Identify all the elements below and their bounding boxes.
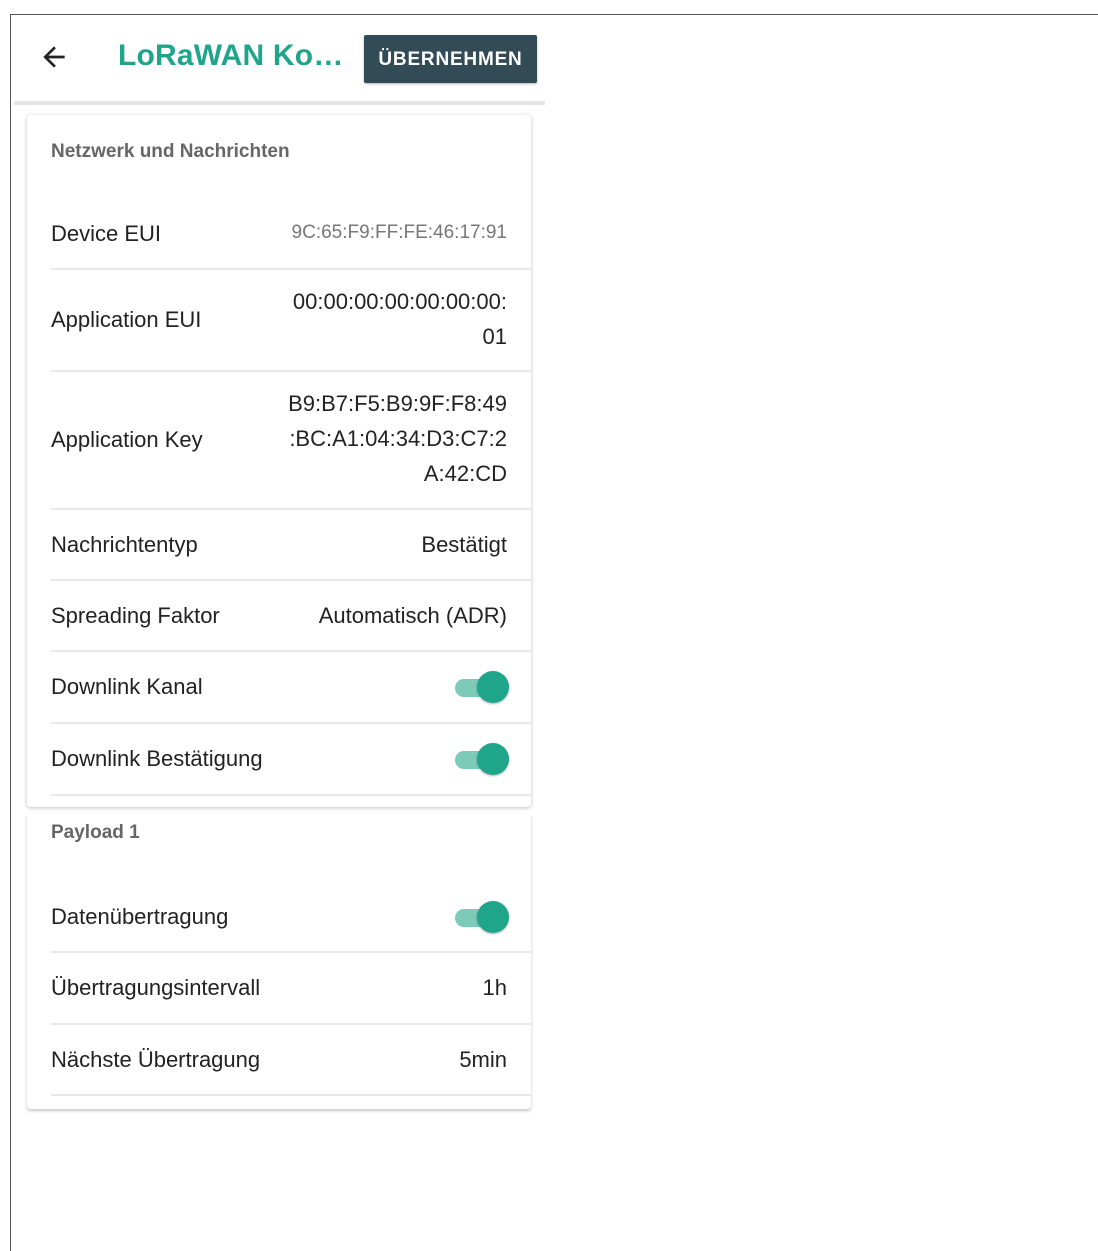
downlink-ack-row: Downlink Bestätigung (51, 724, 531, 796)
spreading-factor-row[interactable]: Spreading Faktor Automatisch (ADR) (51, 581, 531, 652)
device-eui-value: 9C:65:F9:FF:FE:46:17:91 (291, 222, 507, 243)
interval-label: Übertragungsintervall (51, 975, 261, 1000)
apply-button[interactable]: ÜBERNEHMEN (364, 35, 537, 83)
application-eui-value: 00:00:00:00:00:00:00: 01 (292, 289, 507, 349)
message-type-label: Nachrichtentyp (51, 532, 198, 557)
spreading-factor-label: Spreading Faktor (51, 603, 220, 628)
section-title-network: Netzwerk und Nachrichten (51, 141, 290, 162)
application-key-row[interactable]: Application Key B9:B7:F5:B9:9F:F8:49 :BC… (51, 372, 531, 510)
message-type-row[interactable]: Nachrichtentyp Bestätigt (51, 510, 531, 581)
page-title: LoRaWAN Ko… (118, 39, 344, 72)
application-eui-label: Application EUI (51, 307, 202, 332)
arrow-left-icon[interactable] (38, 41, 70, 73)
payload-card: Payload 1 Datenübertragung Übertragungsi… (27, 814, 531, 1109)
app-screen: LoRaWAN Ko… ÜBERNEHMEN Netzwerk und Nach… (14, 15, 545, 1109)
toggle-knob (477, 901, 509, 933)
next-transfer-row[interactable]: Nächste Übertragung 5min (51, 1025, 531, 1096)
next-transfer-value: 5min (459, 1047, 507, 1072)
application-key-value: B9:B7:F5:B9:9F:F8:49 :BC:A1:04:34:D3:C7:… (288, 391, 507, 486)
toggle-knob (477, 671, 509, 703)
spreading-factor-value: Automatisch (ADR) (318, 603, 507, 628)
section-title-payload: Payload 1 (51, 822, 140, 843)
downlink-ack-toggle[interactable] (453, 741, 509, 777)
device-eui-label: Device EUI (51, 221, 162, 246)
downlink-ack-label: Downlink Bestätigung (51, 746, 263, 771)
toggle-knob (477, 743, 509, 775)
app-bar: LoRaWAN Ko… ÜBERNEHMEN (14, 15, 545, 101)
application-eui-row[interactable]: Application EUI 00:00:00:00:00:00:00: 01 (51, 270, 531, 372)
network-card: Netzwerk und Nachrichten Device EUI 9C:6… (27, 115, 531, 807)
application-key-label: Application Key (51, 427, 203, 452)
data-transfer-row: Datenübertragung (51, 882, 531, 953)
data-transfer-label: Datenübertragung (51, 904, 229, 929)
data-transfer-toggle[interactable] (453, 899, 509, 935)
device-eui-row[interactable]: Device EUI 9C:65:F9:FF:FE:46:17:91 (51, 201, 531, 270)
interval-value: 1h (482, 975, 507, 1000)
interval-row[interactable]: Übertragungsintervall 1h (51, 953, 531, 1025)
message-type-value: Bestätigt (421, 532, 507, 557)
downlink-channel-row: Downlink Kanal (51, 652, 531, 724)
downlink-channel-toggle[interactable] (453, 669, 509, 705)
next-transfer-label: Nächste Übertragung (51, 1047, 261, 1072)
app-bar-divider (14, 101, 545, 105)
downlink-channel-label: Downlink Kanal (51, 674, 203, 699)
